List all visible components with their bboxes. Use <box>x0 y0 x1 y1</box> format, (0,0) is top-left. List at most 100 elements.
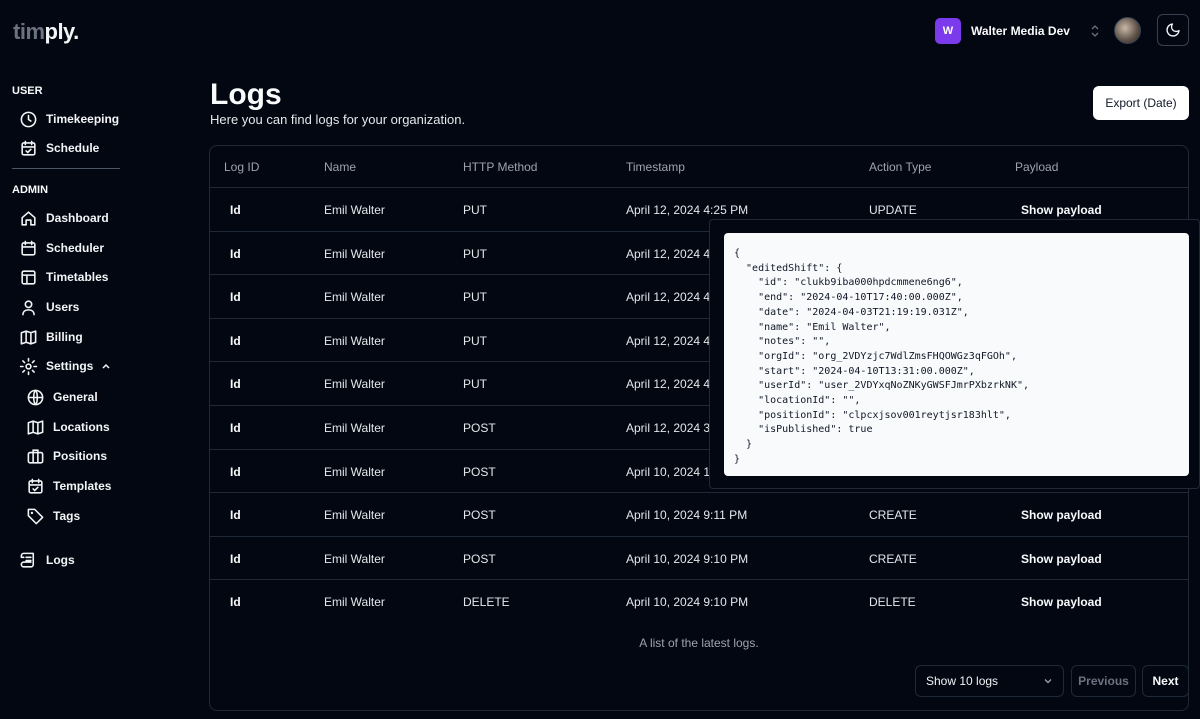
cell-http-method: PUT <box>463 290 487 305</box>
cell-http-method: PUT <box>463 203 487 217</box>
org-avatar: W <box>935 18 961 44</box>
cell-action-type: CREATE <box>869 508 917 523</box>
map-icon <box>20 329 37 345</box>
calendar-check-icon <box>21 140 36 156</box>
payload-popover: { "editedShift": { "id": "clukb9iba000hp… <box>709 219 1200 489</box>
cell-name: Emil Walter <box>324 290 385 305</box>
sidebar-item-label: Positions <box>53 449 108 463</box>
previous-page-button[interactable]: Previous <box>1071 665 1136 697</box>
column-header-name: Name <box>324 160 357 174</box>
table-row: Id Emil Walter POST April 10, 2024 9:10 PM C… <box>210 537 1188 581</box>
sidebar-item-scheduler[interactable]: Scheduler <box>19 238 104 258</box>
sidebar-item-label: Timetables <box>46 270 109 284</box>
sidebar-divider <box>12 168 120 169</box>
sidebar-item-positions[interactable]: Positions <box>26 446 107 466</box>
column-header-log-id: Log ID <box>224 160 260 174</box>
sidebar-item-label: Timekeeping <box>46 112 120 126</box>
cell-log-id: Id <box>230 333 241 348</box>
column-header-action-type: Action Type <box>869 160 932 174</box>
chevron-up-down-icon <box>1090 24 1100 38</box>
cell-action-type: DELETE <box>869 595 916 610</box>
show-payload-link[interactable]: Show payload <box>1021 203 1102 217</box>
map-icon <box>27 419 44 435</box>
next-page-button[interactable]: Next <box>1142 665 1189 697</box>
sidebar-item-general[interactable]: General <box>26 387 98 407</box>
cell-timestamp: April 12, 2024 4: <box>626 333 714 348</box>
sidebar-item-label: Users <box>46 300 80 314</box>
cell-log-id: Id <box>230 508 241 523</box>
sidebar-item-locations[interactable]: Locations <box>26 417 110 437</box>
logo-prefix: tim <box>13 19 45 44</box>
cell-http-method: POST <box>463 464 496 479</box>
sidebar-section-user: USER <box>12 85 43 97</box>
sidebar-item-timekeeping[interactable]: Timekeeping <box>19 109 119 129</box>
table-row: Id Emil Walter POST April 10, 2024 9:11 PM C… <box>210 493 1188 537</box>
table-caption: A list of the latest logs. <box>639 636 759 650</box>
cell-timestamp: April 12, 2024 4: <box>626 290 714 305</box>
cell-http-method: POST <box>463 421 496 435</box>
cell-name: Emil Walter <box>324 464 385 479</box>
cell-http-method: PUT <box>463 246 487 261</box>
org-switcher[interactable]: W Walter Media Dev <box>935 18 1100 44</box>
sidebar-item-schedule[interactable]: Schedule <box>19 138 99 158</box>
chevron-down-icon <box>1044 679 1052 684</box>
tag-icon <box>27 508 44 524</box>
sidebar-item-users[interactable]: Users <box>19 297 79 317</box>
sidebar-item-logs[interactable]: Logs <box>19 550 75 570</box>
cell-log-id: Id <box>230 203 241 217</box>
user-icon <box>22 299 35 315</box>
show-payload-link[interactable]: Show payload <box>1021 508 1102 522</box>
sidebar-item-billing[interactable]: Billing <box>19 327 83 347</box>
cell-timestamp: April 12, 2024 4: <box>626 377 714 392</box>
table-icon <box>21 269 36 285</box>
cell-http-method: PUT <box>463 377 487 392</box>
globe-icon <box>27 389 44 405</box>
cell-timestamp: April 12, 2024 4: <box>626 246 714 261</box>
page-size-select[interactable]: Show 10 logs <box>915 665 1064 697</box>
sidebar-item-templates[interactable]: Templates <box>26 476 111 496</box>
app-logo[interactable]: timply. <box>13 19 79 45</box>
cell-name: Emil Walter <box>324 421 385 435</box>
cell-name: Emil Walter <box>324 551 385 566</box>
sidebar-item-label: General <box>53 390 98 404</box>
sidebar-item-label: Settings <box>46 359 94 373</box>
column-header-timestamp: Timestamp <box>626 160 685 174</box>
cell-timestamp: April 12, 2024 4:25 PM <box>626 203 749 217</box>
logo-suffix: ply. <box>44 19 80 44</box>
column-header-http-method: HTTP Method <box>463 160 538 174</box>
table-row: Id Emil Walter DELETE April 10, 2024 9:10 P… <box>210 580 1188 624</box>
scroll-icon <box>20 552 35 568</box>
cell-name: Emil Walter <box>324 595 385 610</box>
page-size-value: Show 10 logs <box>926 674 999 688</box>
cell-timestamp: April 10, 2024 9:10 PM <box>626 551 749 566</box>
export-date-button[interactable]: Export (Date) <box>1093 86 1189 120</box>
clock-icon <box>20 111 37 127</box>
cell-log-id: Id <box>230 421 241 435</box>
show-payload-link[interactable]: Show payload <box>1021 595 1102 609</box>
sidebar-item-timetables[interactable]: Timetables <box>19 267 108 287</box>
user-avatar[interactable] <box>1114 17 1141 44</box>
theme-toggle-button[interactable] <box>1157 14 1189 46</box>
sidebar-item-label: Locations <box>53 420 110 434</box>
sidebar-item-dashboard[interactable]: Dashboard <box>19 208 109 228</box>
cell-timestamp: April 10, 2024 10 <box>626 464 717 479</box>
sidebar-section-admin: ADMIN <box>12 184 49 196</box>
cell-http-method: DELETE <box>463 595 510 610</box>
show-payload-link[interactable]: Show payload <box>1021 552 1102 566</box>
column-header-payload: Payload <box>1015 160 1059 174</box>
cell-log-id: Id <box>230 551 241 566</box>
cell-http-method: POST <box>463 551 496 566</box>
page-subtitle: Here you can find logs for your organiza… <box>210 112 466 127</box>
cell-http-method: PUT <box>463 333 487 348</box>
sidebar-item-settings[interactable]: Settings <box>19 356 111 376</box>
sidebar-item-tags[interactable]: Tags <box>26 506 80 526</box>
cell-timestamp: April 10, 2024 9:11 PM <box>626 508 748 523</box>
payload-json: { "editedShift": { "id": "clukb9iba000hp… <box>724 233 1189 476</box>
cell-name: Emil Walter <box>324 508 385 523</box>
sidebar-item-label: Scheduler <box>46 241 105 255</box>
briefcase-icon <box>27 448 44 464</box>
calendar-icon <box>21 240 36 256</box>
sidebar-item-label: Schedule <box>46 141 100 155</box>
cell-action-type: UPDATE <box>869 203 917 217</box>
cell-name: Emil Walter <box>324 377 385 392</box>
